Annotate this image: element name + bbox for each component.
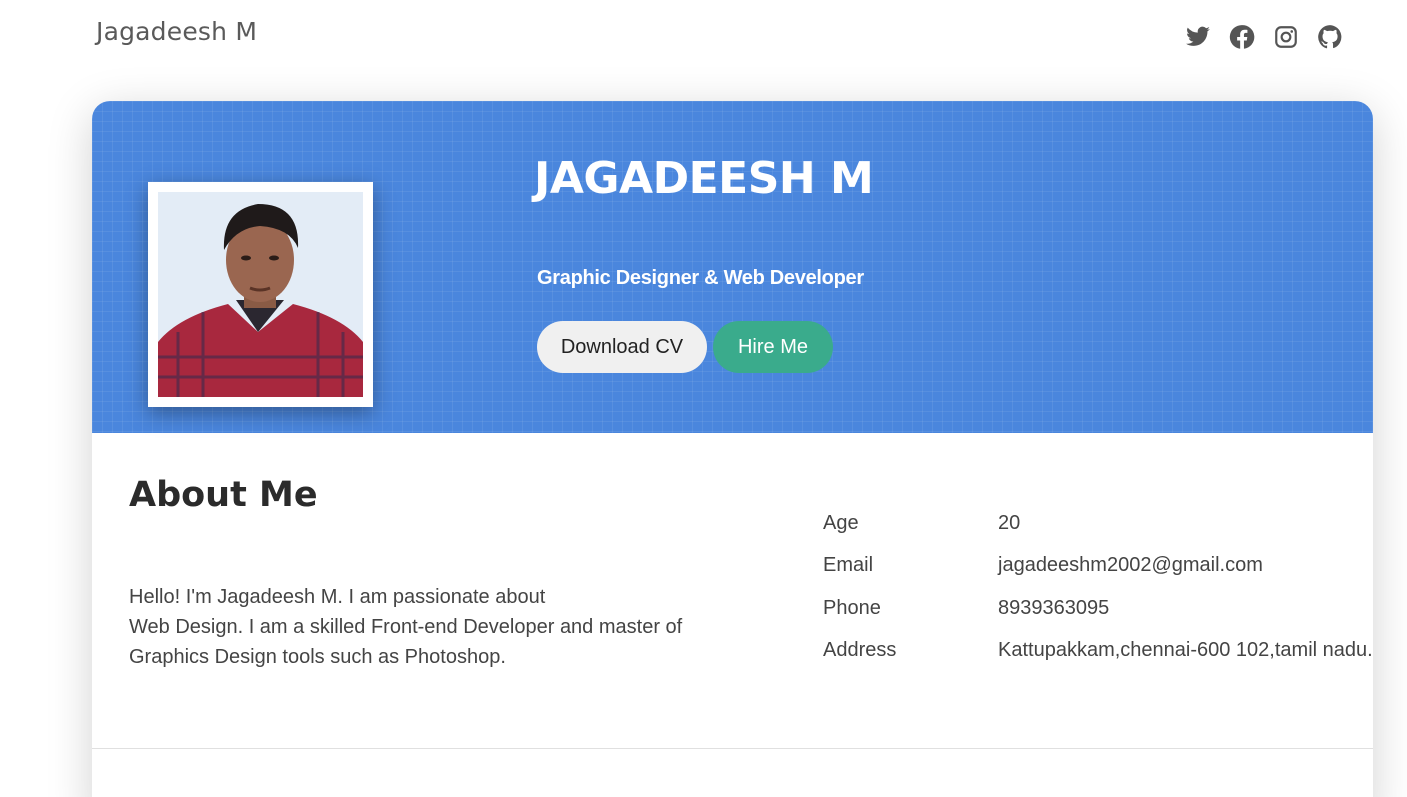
about-description: Hello! I'm Jagadeesh M. I am passionate … (129, 582, 729, 672)
info-row-email: Email jagadeeshm2002@gmail.com (823, 545, 1373, 588)
social-links (1185, 24, 1343, 50)
twitter-icon (1186, 26, 1210, 46)
brand-name[interactable]: Jagadeesh M (96, 17, 257, 46)
download-cv-button[interactable]: Download CV (537, 321, 707, 373)
profile-photo (158, 192, 363, 397)
hero-title: Graphic Designer & Web Developer (537, 267, 864, 289)
facebook-icon (1229, 25, 1255, 49)
profile-card: JAGADEESH M Graphic Designer & Web Devel… (92, 101, 1373, 797)
about-line: Graphics Design tools such as Photoshop. (129, 646, 506, 668)
info-value: Kattupakkam,chennai-600 102,tamil nadu. (998, 639, 1373, 662)
personal-info-list: Age 20 Email jagadeeshm2002@gmail.com Ph… (823, 502, 1373, 672)
info-row-address: Address Kattupakkam,chennai-600 102,tami… (823, 630, 1373, 673)
profile-photo-frame (148, 182, 373, 407)
info-value: 20 (998, 511, 1021, 534)
section-divider (92, 748, 1373, 749)
info-label: Email (823, 554, 874, 577)
about-heading: About Me (129, 475, 318, 515)
info-label: Age (823, 511, 859, 534)
hero-banner: JAGADEESH M Graphic Designer & Web Devel… (92, 101, 1373, 433)
info-label: Phone (823, 596, 881, 619)
profile-photo-image (158, 192, 363, 397)
twitter-link[interactable] (1185, 24, 1211, 50)
facebook-link[interactable] (1229, 24, 1255, 50)
email-value[interactable]: jagadeeshm2002@gmail.com (998, 554, 1263, 577)
info-row-age: Age 20 (823, 502, 1373, 545)
github-link[interactable] (1317, 24, 1343, 50)
info-row-phone: Phone 8939363095 (823, 587, 1373, 630)
github-icon (1318, 25, 1342, 49)
hero-name: JAGADEESH M (534, 153, 874, 204)
instagram-icon (1275, 26, 1297, 48)
about-line: Hello! I'm Jagadeesh M. I am passionate … (129, 586, 546, 608)
instagram-link[interactable] (1273, 24, 1299, 50)
hire-me-button[interactable]: Hire Me (713, 321, 833, 373)
top-navigation: Jagadeesh M (0, 0, 1407, 80)
info-label: Address (823, 639, 897, 662)
about-line: Web Design. I am a skilled Front-end Dev… (129, 616, 683, 638)
info-value: 8939363095 (998, 596, 1110, 619)
